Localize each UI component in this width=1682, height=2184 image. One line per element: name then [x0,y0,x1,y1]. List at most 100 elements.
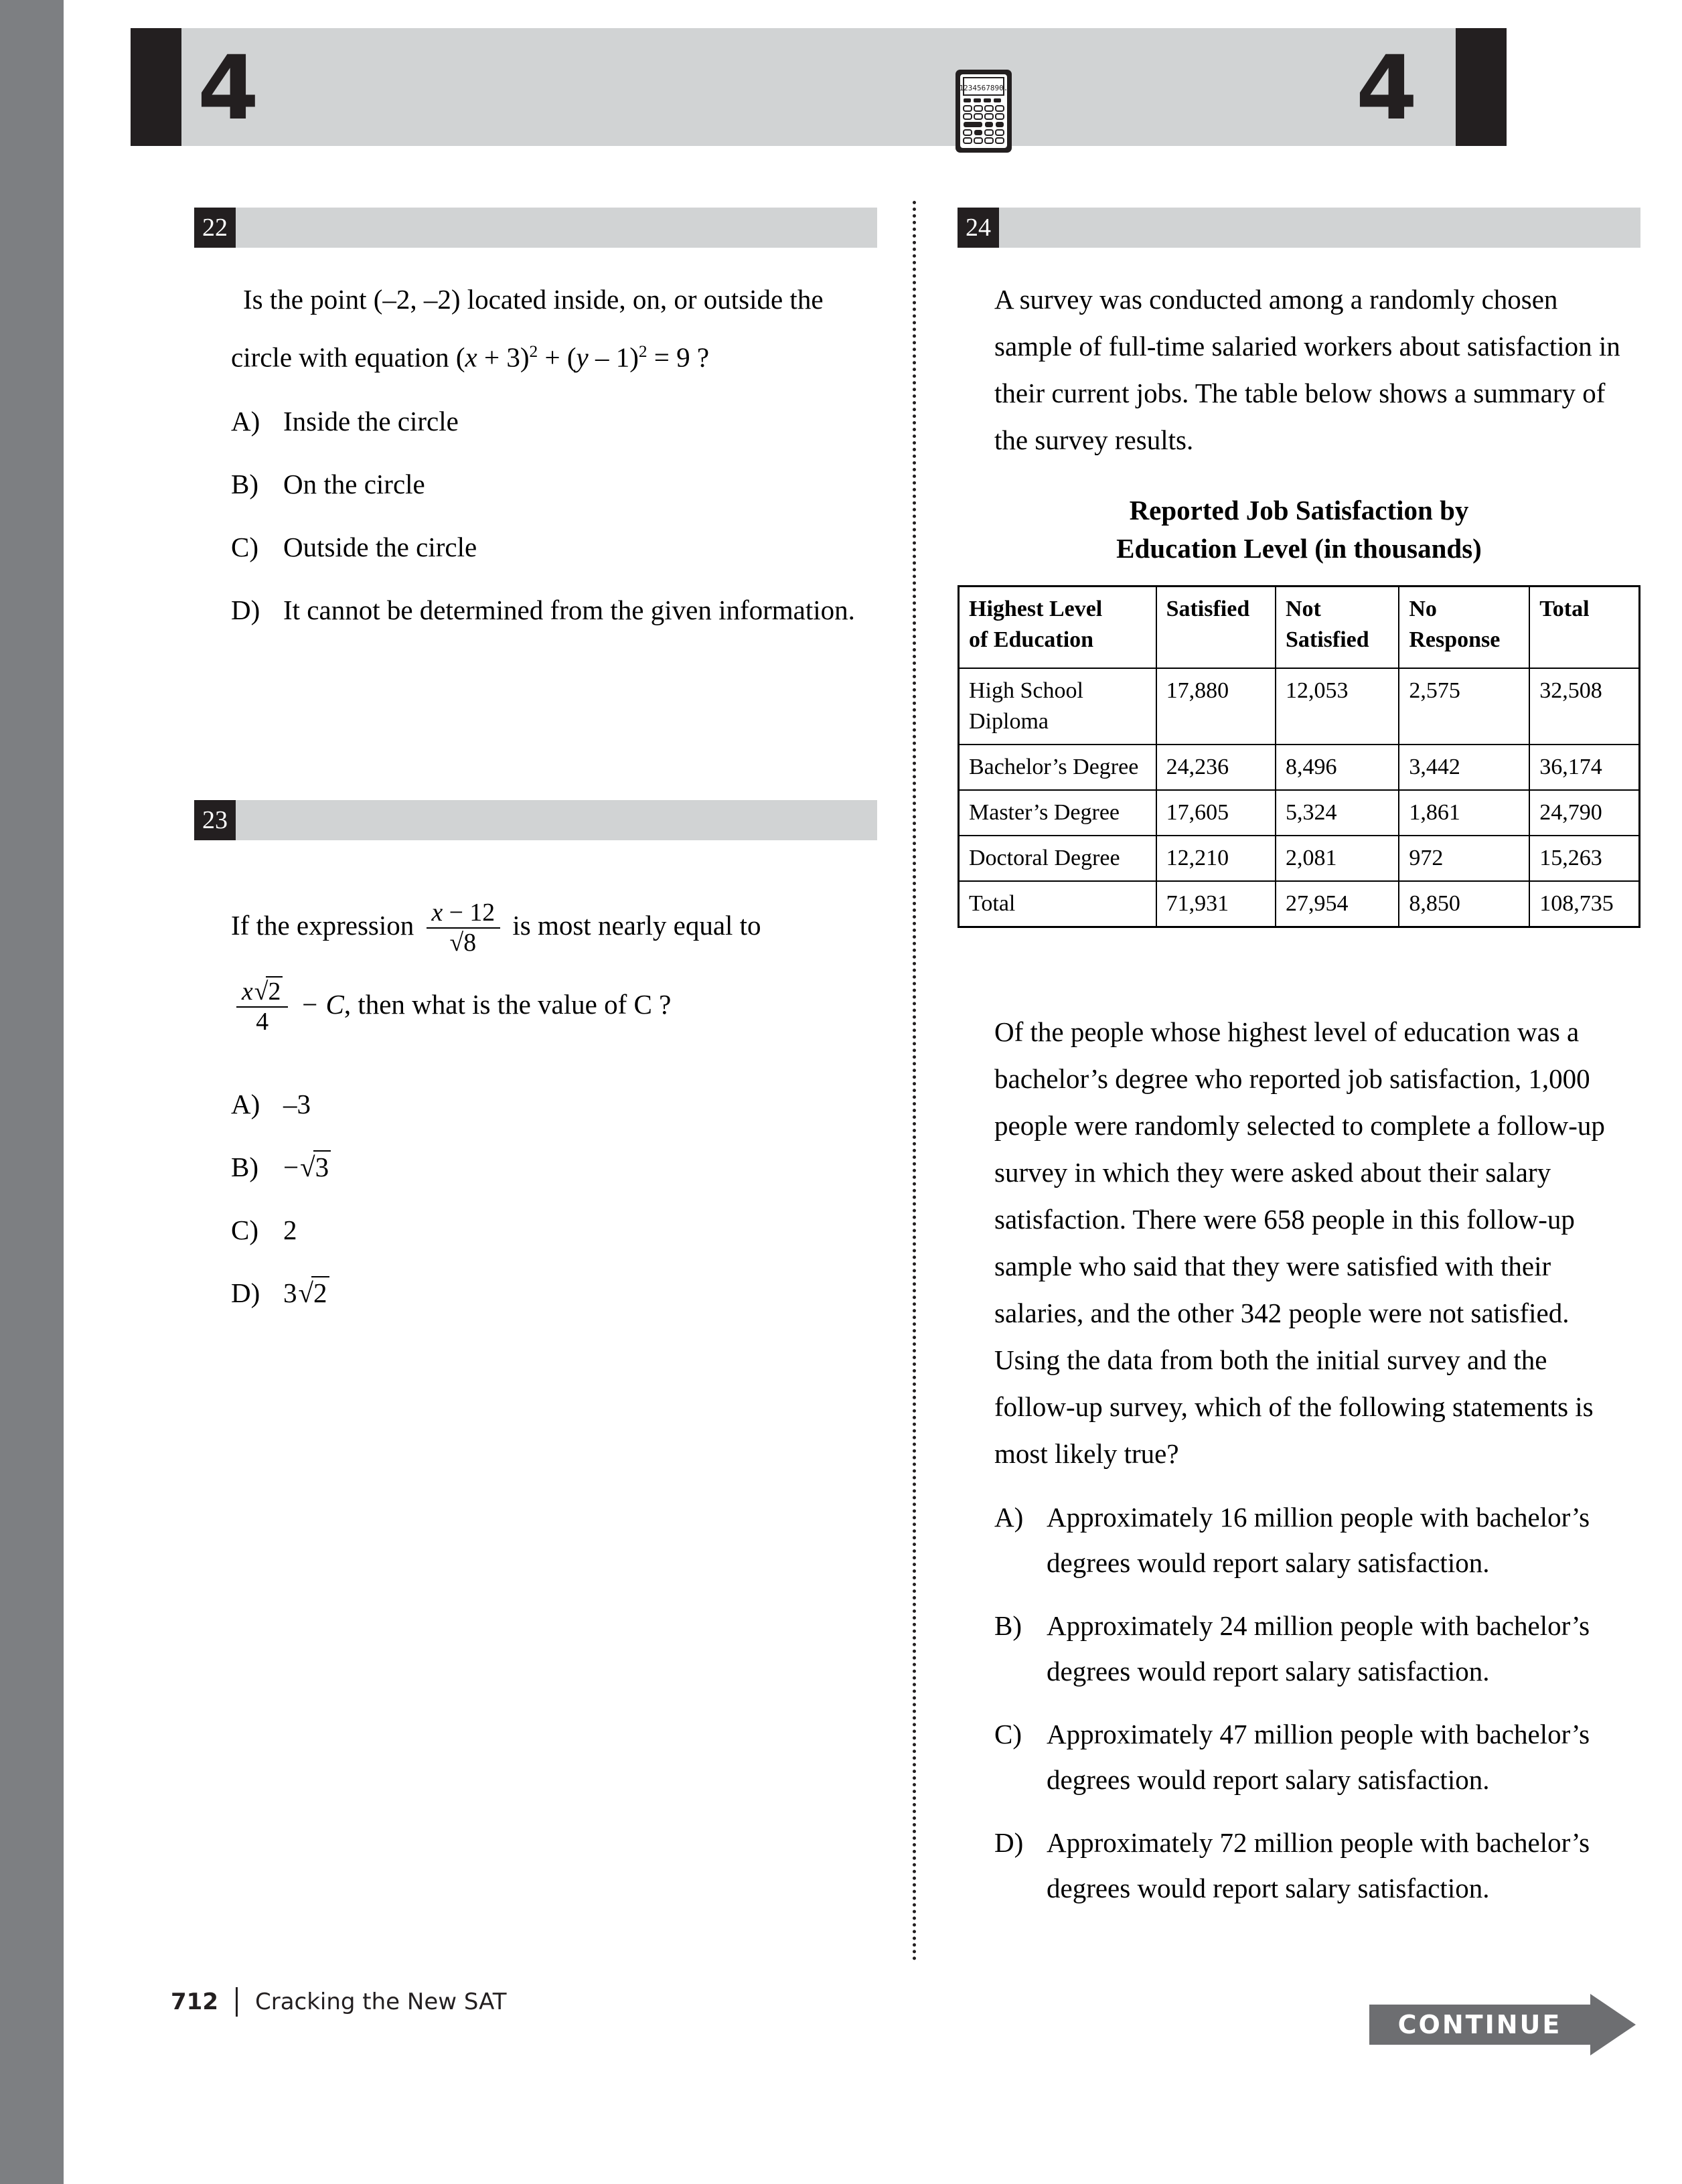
cell-satisfied: 17,880 [1155,668,1277,745]
page-number: 712 [171,1988,218,2015]
q23-fraction-2: x√2 4 [236,976,289,1036]
choice-24-a[interactable]: A) Approximately 16 million people with … [994,1494,1630,1585]
table-title-line2: Education Level (in thousands) [1116,533,1482,564]
col-header-satisfied: Satisfied [1155,585,1277,669]
question-23-header: 23 [194,799,877,840]
table-row: Total 71,931 27,954 8,850 108,735 [958,880,1640,928]
page-canvas: 4 4 1234567890. 22 Is the point (–2, –2)… [64,0,1682,2184]
table-row: Master’s Degree 17,605 5,324 1,861 24,79… [958,789,1640,836]
question-23: 23 If the expression x − 12 √8 is most n… [194,799,877,1316]
svg-text:1234567890.: 1234567890. [960,84,1008,92]
cell-satisfied: 12,210 [1155,835,1277,882]
cell-not-satisfied: 5,324 [1274,789,1400,836]
choice-letter: A) [994,1502,1024,1533]
col-header-satisfied-line1: Satisfied [1166,597,1250,621]
q23-d-coefficient: 3 [283,1277,297,1308]
q23-frac2-radicand: 2 [266,976,283,1006]
q23-frac1-radicand: 8 [461,927,479,957]
row-label: High School Diploma [958,668,1157,745]
radical-icon: √8 [449,927,479,957]
header-cap-left [131,28,181,146]
q22-prompt-line2a: circle with equation ( [231,341,465,373]
cell-satisfied: 17,605 [1155,789,1277,836]
table-body: High School Diploma 17,880 12,053 2,575 … [958,668,1640,928]
row-label: Total [958,880,1157,928]
footer-divider [235,1987,238,2017]
choice-text: On the circle [283,468,425,499]
page-edge-strip [0,0,64,2184]
choice-letter: A) [231,405,260,437]
q23-fraction-1: x − 12 √8 [426,898,501,957]
cell-not-satisfied: 2,081 [1274,835,1400,882]
cell-not-satisfied: 12,053 [1274,668,1400,745]
q22-prompt-end: = 9 ? [647,341,710,373]
cell-satisfied: 71,931 [1155,880,1277,928]
question-23-bar [194,799,877,840]
choice-24-c[interactable]: C) Approximately 47 million people with … [994,1711,1630,1802]
choice-22-b[interactable]: B) On the circle [231,461,867,507]
choice-22-a[interactable]: A) Inside the circle [231,398,867,444]
col-header-education-line2: of Education [969,627,1094,652]
choice-text: Approximately 24 million people with bac… [1047,1610,1590,1687]
col-header-not-satisfied-line2: Satisfied [1286,627,1369,652]
choice-24-b[interactable]: B) Approximately 24 million people with … [994,1603,1630,1694]
q22-prompt-line1: Is the point (–2, –2) located inside, on… [243,284,824,315]
q23-b-radicand: 3 [313,1150,331,1182]
col-header-no-response-line1: No [1409,597,1437,621]
choice-letter: D) [994,1827,1024,1858]
q22-var-y: y [576,341,589,373]
choice-text: Outside the circle [283,531,477,562]
section-number-left: 4 [198,37,259,140]
continue-banner: CONTINUE [1369,1994,1636,2055]
q23-frac2-numerator: x√2 [236,976,288,1007]
q23-lead-text: If the expression [231,909,414,941]
question-22-number: 22 [194,208,236,248]
choice-letter: D) [231,594,260,625]
q23-frac1-var: x [431,898,443,927]
col-header-total: Total [1529,585,1640,669]
choice-23-a[interactable]: A) –3 [231,1081,867,1127]
continue-label: CONTINUE [1397,2010,1562,2039]
choice-text: Approximately 16 million people with bac… [1047,1502,1590,1578]
cell-no-response: 8,850 [1398,880,1531,928]
table-row: Bachelor’s Degree 24,236 8,496 3,442 36,… [958,744,1640,791]
q23-frac2-denominator: 4 [236,1006,289,1036]
table-title: Reported Job Satisfaction by Education L… [958,491,1640,568]
question-24-choices: A) Approximately 16 million people with … [994,1494,1630,1911]
choice-23-b[interactable]: B) −√3 [231,1144,867,1190]
radical-icon: √2 [253,976,283,1006]
question-22-header: 22 [194,208,877,248]
question-24-body: Of the people whose highest level of edu… [994,1016,1605,1469]
cell-no-response: 1,861 [1398,789,1531,836]
question-22: 22 Is the point (–2, –2) located inside,… [194,208,877,633]
header-band [131,28,1507,146]
col-header-not-satisfied: Not Satisfied [1274,585,1400,669]
choice-23-c[interactable]: C) 2 [231,1207,867,1253]
q23-frac1-rest: − 12 [443,898,495,927]
question-22-prompt: Is the point (–2, –2) located inside, on… [231,276,867,381]
choice-letter: B) [231,1151,258,1182]
choice-23-d[interactable]: D) 3√2 [231,1270,867,1316]
cell-satisfied: 24,236 [1155,744,1277,791]
question-24: 24 A survey was conducted among a random… [958,208,1640,1911]
choice-24-d[interactable]: D) Approximately 72 million people with … [994,1820,1630,1911]
q23-frac1-denominator: √8 [426,927,501,957]
section-number-right: 4 [1356,37,1418,140]
row-label: Bachelor’s Degree [958,744,1157,791]
col-header-no-response-line2: Response [1409,627,1501,652]
question-23-prompt: If the expression x − 12 √8 is most near… [231,888,867,1041]
cell-total: 24,790 [1529,789,1640,836]
radical-icon: √2 [297,1270,329,1316]
q22-prompt-mid2: + ( [538,341,577,373]
question-24-bar [958,208,1640,248]
q22-exp-1: 2 [529,342,538,361]
table-row: Highest Level of Education Satisfied Not… [958,585,1640,669]
q22-prompt-mid3: – 1) [588,341,639,373]
question-23-choices: A) –3 B) −√3 C) 2 D) 3√2 [231,1081,867,1316]
choice-letter: D) [231,1277,260,1308]
choice-22-c[interactable]: C) Outside the circle [231,524,867,570]
question-24-number: 24 [958,208,999,248]
left-column: 22 Is the point (–2, –2) located inside,… [194,208,877,1333]
choice-letter: C) [994,1719,1022,1749]
choice-22-d[interactable]: D) It cannot be determined from the give… [231,587,867,633]
